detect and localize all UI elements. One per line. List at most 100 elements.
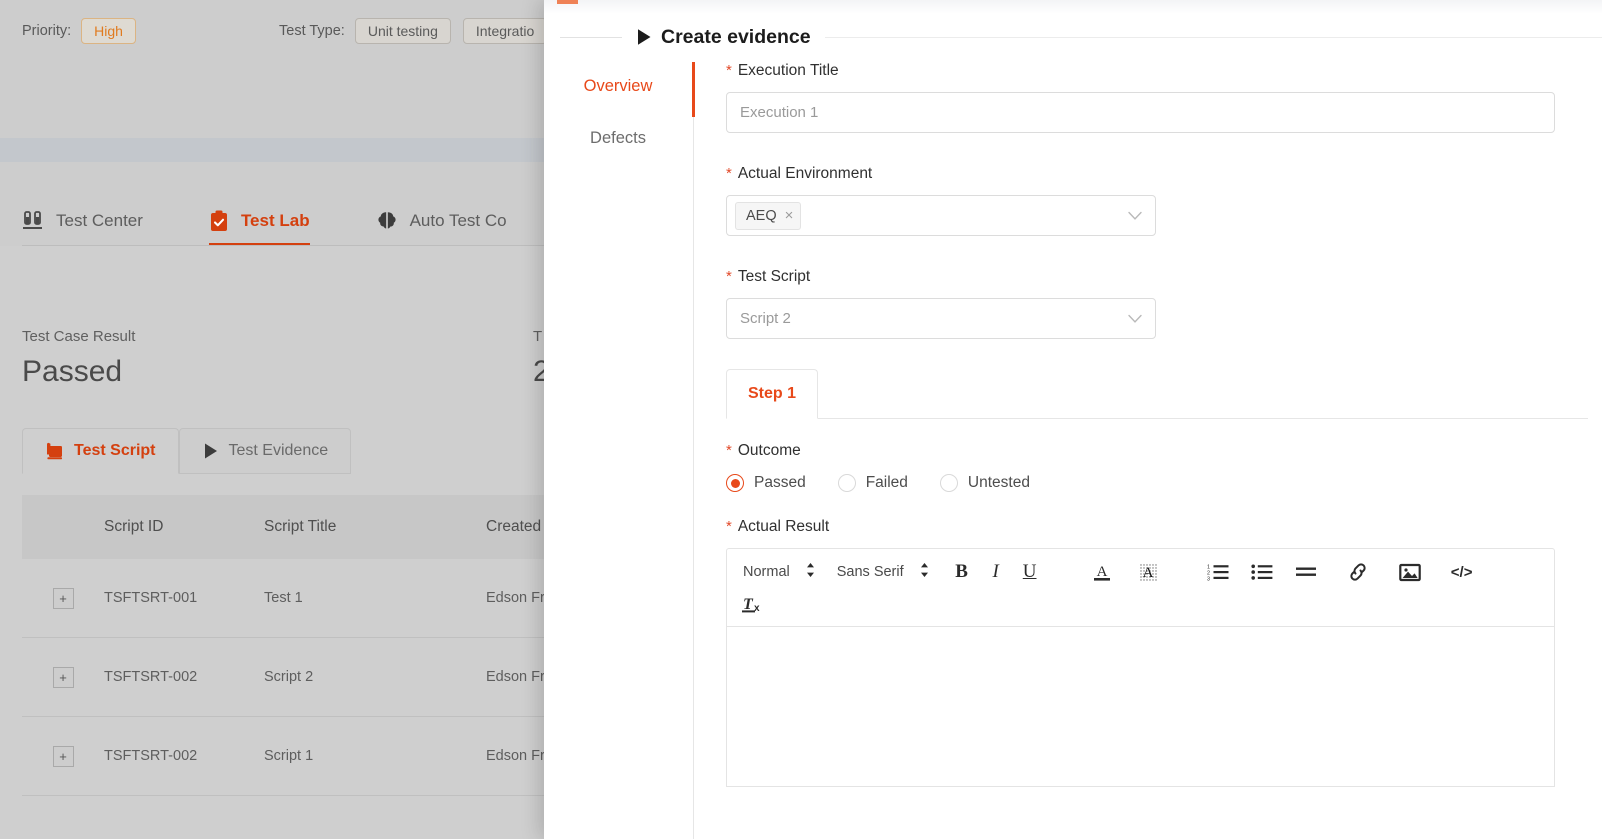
expand-row-button[interactable]: +	[52, 587, 74, 609]
editor-toolbar: Normal Sans Serif B I U A A 1 2 3 </> T …	[726, 548, 1555, 627]
environment-tag-label: AEQ	[746, 207, 777, 224]
brain-icon	[376, 210, 398, 232]
expand-row-button[interactable]: +	[52, 745, 74, 767]
nav-item-label: Defects	[590, 128, 646, 147]
actual-environment-label: * Actual Environment	[726, 165, 1602, 183]
actual-result-label: * Actual Result	[726, 518, 1602, 536]
image-icon[interactable]	[1393, 556, 1427, 588]
progress-indicator	[557, 0, 578, 4]
execution-title-input[interactable]: Execution 1	[726, 92, 1555, 133]
link-icon[interactable]	[1341, 556, 1375, 588]
priority-filter: Priority: High	[22, 18, 136, 44]
priority-chip-high[interactable]: High	[81, 18, 136, 44]
editor-content-area[interactable]	[726, 627, 1555, 787]
test-type-filter: Test Type: Unit testing Integratio	[279, 18, 559, 44]
bold-icon[interactable]: B	[945, 556, 979, 588]
panel-title-text: Create evidence	[661, 25, 811, 48]
text-color-icon[interactable]: A	[1085, 556, 1119, 588]
label-text: Test Script	[737, 268, 811, 285]
priority-label: Priority:	[22, 23, 72, 39]
nav-item-defects[interactable]: Defects	[544, 112, 692, 164]
nav-active-indicator	[692, 62, 695, 117]
test-type-chip-unit[interactable]: Unit testing	[354, 18, 451, 44]
label-text: Outcome	[737, 442, 801, 459]
test-tubes-icon	[22, 211, 44, 231]
subtab-test-evidence[interactable]: Test Evidence	[178, 428, 352, 474]
outcome-radio-untested[interactable]: Untested	[939, 474, 1030, 492]
step-tab-1[interactable]: Step 1	[726, 369, 819, 419]
subtab-label: Test Script	[74, 442, 156, 459]
nav-divider	[693, 117, 694, 839]
chevron-down-icon[interactable]	[1128, 211, 1142, 220]
actual-environment-select[interactable]: AEQ ×	[726, 195, 1156, 236]
required-marker: *	[726, 442, 732, 459]
field-execution-title: * Execution Title Execution 1	[726, 62, 1602, 133]
radio-dot-icon	[939, 474, 958, 492]
test-case-result-label: Test Case Result	[22, 328, 136, 345]
radio-dot-icon	[726, 474, 744, 492]
title-rule-left	[560, 36, 622, 38]
required-marker: *	[726, 268, 732, 285]
panel-title: Create evidence	[622, 26, 825, 49]
bullet-list-icon[interactable]	[1245, 556, 1279, 588]
create-evidence-panel: Create evidence Overview Defects * Execu…	[544, 0, 1602, 839]
outcome-option-label: Passed	[754, 474, 806, 491]
panel-header: Create evidence	[544, 22, 1602, 52]
cell-script-title: Test 1	[264, 590, 303, 606]
clear-format-icon[interactable]: T x	[737, 588, 771, 620]
cell-script-id: TSFTSRT-002	[104, 669, 198, 685]
chevron-down-icon[interactable]	[1128, 314, 1142, 323]
test-script-value: Script 2	[740, 310, 791, 327]
column-header-script-title: Script Title	[264, 518, 337, 535]
title-rule-right	[824, 36, 1602, 38]
outcome-option-label: Untested	[967, 474, 1030, 491]
svg-text:A: A	[1142, 565, 1153, 581]
label-text: Actual Environment	[737, 165, 873, 182]
play-icon	[636, 28, 652, 46]
italic-icon[interactable]: I	[979, 556, 1013, 588]
outcome-radio-failed[interactable]: Failed	[837, 474, 908, 492]
underline-icon[interactable]: U	[1013, 556, 1047, 588]
align-icon[interactable]	[1289, 556, 1323, 588]
test-script-label: * Test Script	[726, 268, 1602, 286]
outcome-radio-passed[interactable]: Passed	[726, 474, 806, 492]
heading-picker[interactable]: Normal	[737, 562, 821, 582]
clipboard-check-icon	[209, 210, 229, 232]
required-marker: *	[726, 518, 732, 535]
ordered-list-icon[interactable]: 1 2 3	[1201, 556, 1235, 588]
tab-auto-test-console[interactable]: Auto Test Co	[376, 196, 507, 246]
font-picker[interactable]: Sans Serif	[831, 562, 935, 582]
step-tab-label: Step 1	[748, 385, 797, 402]
field-actual-result: * Actual Result Normal Sans Serif B I U …	[726, 518, 1602, 787]
field-actual-environment: * Actual Environment AEQ ×	[726, 165, 1602, 236]
environment-tag[interactable]: AEQ ×	[735, 201, 802, 230]
cell-script-id: TSFTSRT-002	[104, 748, 198, 764]
overview-form: * Execution Title Execution 1 * Actual E…	[726, 62, 1602, 839]
tab-label: Test Lab	[240, 211, 310, 230]
outcome-radio-group: Passed Failed Untested	[726, 474, 1602, 492]
required-marker: *	[726, 62, 732, 79]
font-picker-value: Sans Serif	[836, 564, 904, 580]
expand-row-button[interactable]: +	[52, 666, 74, 688]
test-type-label: Test Type:	[279, 23, 345, 39]
tab-label: Test Center	[56, 211, 143, 230]
nav-item-label: Overview	[583, 76, 653, 95]
tab-test-center[interactable]: Test Center	[22, 196, 143, 246]
panel-nav: Overview Defects	[544, 60, 692, 164]
label-text: Actual Result	[737, 518, 830, 535]
tab-test-lab[interactable]: Test Lab	[208, 196, 310, 246]
panel-top-gradient	[544, 0, 1602, 14]
test-script-select[interactable]: Script 2	[726, 298, 1156, 339]
field-test-script: * Test Script Script 2	[726, 268, 1602, 339]
background-color-icon[interactable]: A	[1131, 556, 1165, 588]
svg-text:A: A	[1096, 564, 1107, 580]
subtab-test-script[interactable]: Test Script	[22, 428, 179, 474]
nav-item-overview[interactable]: Overview	[544, 60, 692, 112]
test-case-result-value: Passed	[22, 355, 123, 388]
close-icon[interactable]: ×	[785, 207, 794, 224]
cell-script-title: Script 2	[264, 669, 314, 685]
outcome-label: * Outcome	[726, 442, 1602, 460]
svg-text:3: 3	[1207, 576, 1210, 581]
code-icon[interactable]: </>	[1445, 556, 1479, 588]
test-type-chip-integration[interactable]: Integratio	[462, 18, 548, 44]
